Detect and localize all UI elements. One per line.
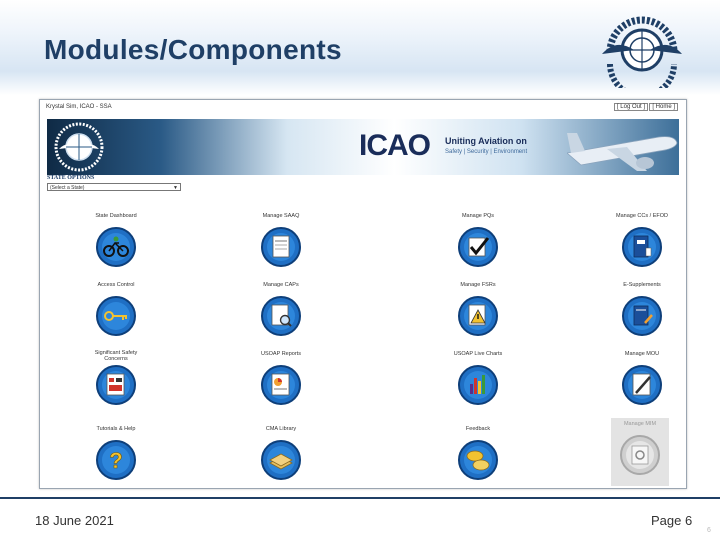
footer-divider <box>0 497 720 499</box>
state-select[interactable]: (Select a State) ▼ <box>47 183 181 191</box>
gear-icon <box>620 435 660 475</box>
home-link[interactable]: [ Home ] <box>649 103 678 111</box>
module-e-supplements[interactable]: E-Supplements <box>587 281 697 343</box>
key-icon <box>96 296 136 336</box>
module-label: Tutorials & Help <box>96 426 136 432</box>
slide-corner-number: 6 <box>707 527 711 534</box>
module-label: USOAP Reports <box>261 351 301 357</box>
module-label: Access Control <box>97 282 135 288</box>
warning-document-icon <box>458 296 498 336</box>
banner-subline: Safety | Security | Environment <box>445 149 528 155</box>
module-cma-library[interactable]: CMA Library <box>226 425 336 487</box>
logout-link[interactable]: [ Log Out ] <box>613 103 648 111</box>
module-label: Manage FSRs <box>460 282 496 288</box>
module-access-control[interactable]: Access Control <box>61 281 171 343</box>
binder-icon <box>622 227 662 267</box>
module-label: Manage SAAQ <box>262 213 300 219</box>
bicycle-icon <box>96 227 136 267</box>
airplane-icon <box>567 133 678 171</box>
banner-brand: ICAO <box>359 129 431 162</box>
module-tutorials-help[interactable]: Tutorials & Help ? <box>61 425 171 487</box>
footer-page-number: Page 6 <box>651 513 693 528</box>
module-state-dashboard[interactable]: State Dashboard <box>61 212 171 274</box>
module-label: Manage CAPs <box>263 282 299 288</box>
module-manage-fsrs[interactable]: Manage FSRs <box>423 281 533 343</box>
module-label: USOAP Live Charts <box>453 351 503 357</box>
live-chart-icon <box>458 365 498 405</box>
chat-bubbles-icon <box>458 440 498 480</box>
document-search-icon <box>261 296 301 336</box>
icao-emblem-icon <box>602 16 682 88</box>
state-options-heading: STATE OPTIONS <box>47 175 95 181</box>
module-label: E-Supplements <box>623 282 661 288</box>
icao-logo-icon <box>54 122 104 172</box>
module-feedback[interactable]: Feedback <box>423 425 533 487</box>
module-manage-mou[interactable]: Manage MOU <box>587 350 697 412</box>
module-label: Feedback <box>465 426 491 432</box>
svg-text:?: ? <box>109 448 122 473</box>
module-label: State Dashboard <box>95 213 137 219</box>
module-label: Significant Safety Concerns <box>94 350 138 362</box>
module-label: CMA Library <box>265 426 297 432</box>
module-usoap-reports[interactable]: USOAP Reports <box>226 350 336 412</box>
chart-report-icon <box>261 365 301 405</box>
module-manage-mim: Manage MIM <box>585 420 695 482</box>
module-label: Manage MOU <box>624 351 660 357</box>
module-label: Manage MIM <box>623 421 657 427</box>
app-top-bar: Krystal Sim, ICAO - SSA [ Log Out ] [ Ho… <box>44 102 682 114</box>
module-label: Manage PQs <box>461 213 495 219</box>
module-manage-pqs[interactable]: Manage PQs <box>423 212 533 274</box>
document-icon <box>261 227 301 267</box>
icao-banner: ICAO Uniting Aviation on Safety | Securi… <box>47 119 679 175</box>
embedded-app-screenshot: Krystal Sim, ICAO - SSA [ Log Out ] [ Ho… <box>39 99 687 489</box>
module-usoap-live-charts[interactable]: USOAP Live Charts <box>423 350 533 412</box>
module-label: Manage CCs / EFOD <box>616 213 668 219</box>
state-select-value: (Select a State) <box>50 185 85 191</box>
report-icon <box>96 365 136 405</box>
question-icon: ? <box>96 440 136 480</box>
pen-icon <box>622 365 662 405</box>
checkmark-icon <box>458 227 498 267</box>
chevron-down-icon: ▼ <box>173 185 178 191</box>
module-significant-safety-concerns[interactable]: Significant Safety Concerns <box>61 350 171 412</box>
slide-title: Modules/Components <box>44 34 342 65</box>
banner-slogan: Uniting Aviation on <box>445 136 527 146</box>
book-pen-icon <box>622 296 662 336</box>
module-manage-saaq[interactable]: Manage SAAQ <box>226 212 336 274</box>
footer-date: 18 June 2021 <box>35 513 114 528</box>
module-manage-caps[interactable]: Manage CAPs <box>226 281 336 343</box>
user-line: Krystal Sim, ICAO - SSA <box>46 104 112 110</box>
library-icon <box>261 440 301 480</box>
module-manage-ccs-efod[interactable]: Manage CCs / EFOD <box>587 212 697 274</box>
